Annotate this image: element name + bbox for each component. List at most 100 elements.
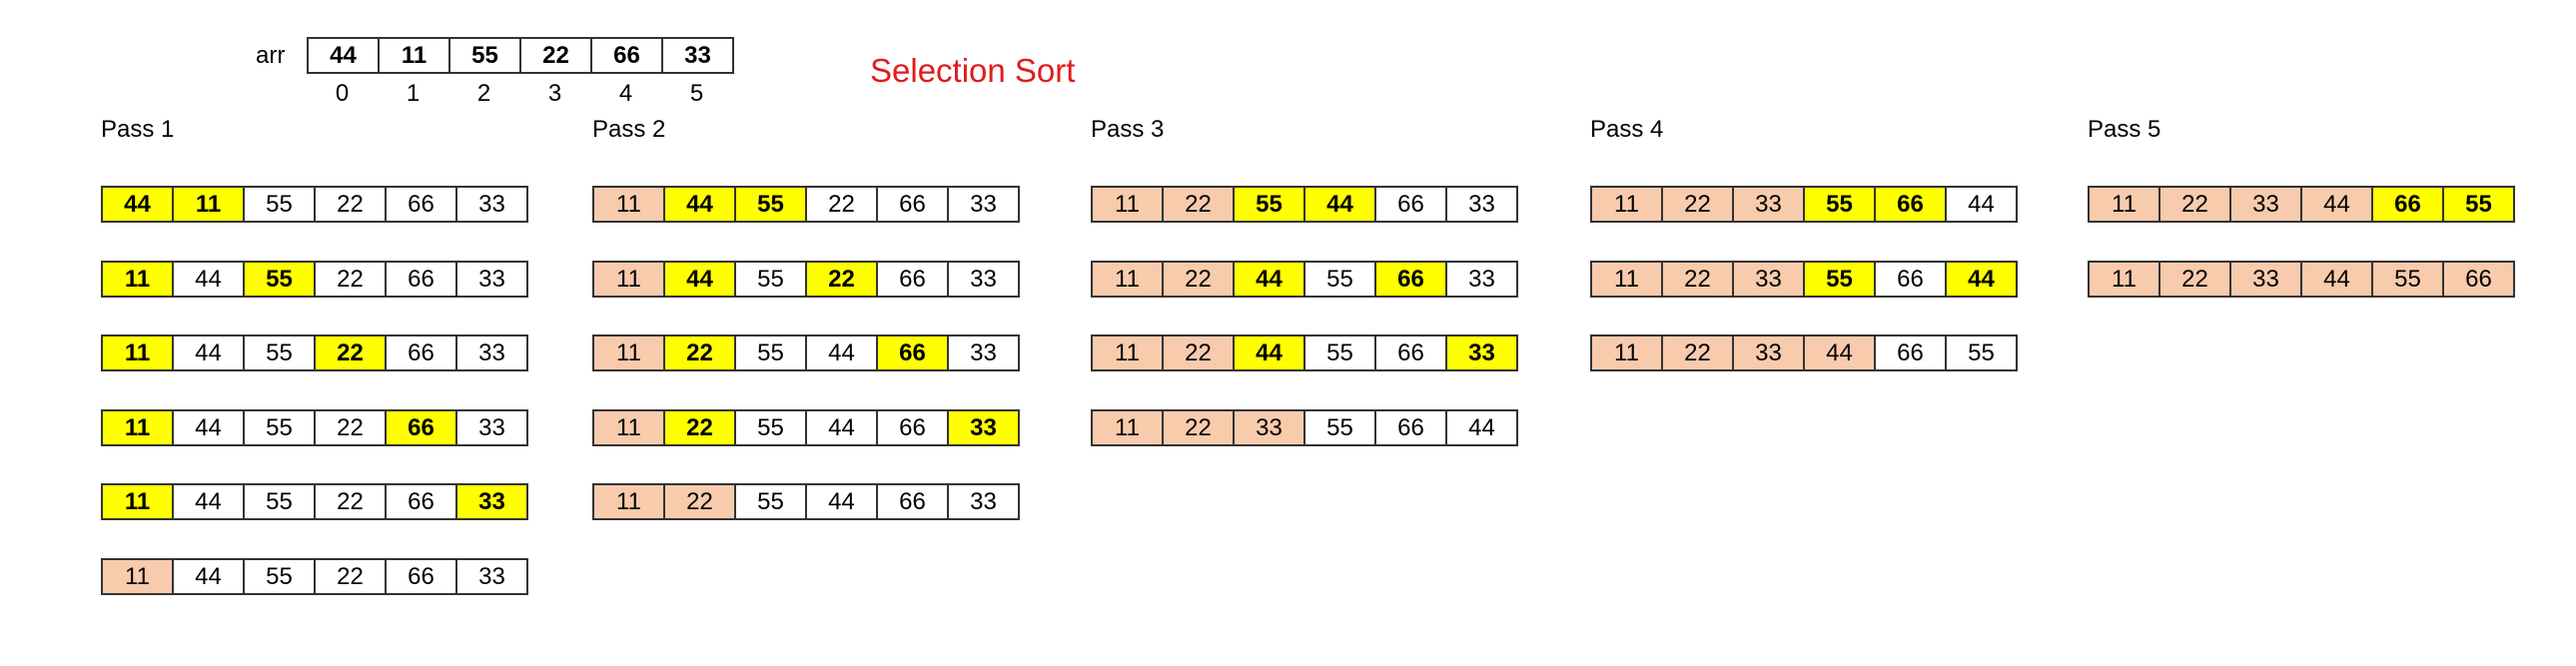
array-cell: 55	[736, 334, 807, 371]
array-cell: 22	[316, 334, 387, 371]
array-index: 4	[618, 80, 633, 107]
array-cell: 44	[174, 261, 245, 298]
array-cell: 44	[1305, 186, 1376, 223]
pass-row: 11 22 55 44 66 33	[592, 409, 1020, 446]
array-cell: 33	[949, 409, 1020, 446]
array-cell: 22	[2160, 261, 2231, 298]
array-cell: 22	[1164, 186, 1235, 223]
pass-row: 11 22 33 55 66 44	[1590, 261, 2018, 298]
array-cell: 44	[1947, 186, 2018, 223]
array-cell: 22	[1164, 409, 1235, 446]
array-cell: 11	[1592, 334, 1663, 371]
pass-row: 11 22 44 55 66 33	[1091, 261, 1518, 298]
array-cell: 33	[1447, 261, 1518, 298]
array-cell: 11	[174, 186, 245, 223]
initial-array: 44 11 55 22 66 33	[307, 37, 734, 74]
array-cell: 55	[736, 483, 807, 520]
array-cell: 44	[807, 334, 878, 371]
array-cell: 55	[1805, 186, 1876, 223]
array-cell: 33	[949, 261, 1020, 298]
array-cell: 22	[316, 186, 387, 223]
array-cell: 11	[103, 334, 174, 371]
array-cell: 66	[1376, 186, 1447, 223]
array-cell: 33	[1235, 409, 1305, 446]
array-cell: 22	[1663, 334, 1734, 371]
array-cell: 22	[2160, 186, 2231, 223]
array-cell: 55	[1805, 261, 1876, 298]
array-index: 1	[406, 80, 421, 107]
pass-row: 11 22 33 55 66 44	[1590, 186, 2018, 223]
array-cell: 33	[1447, 186, 1518, 223]
array-cell: 11	[1592, 261, 1663, 298]
array-cell: 44	[807, 409, 878, 446]
pass-row: 11 22 44 55 66 33	[1091, 334, 1518, 371]
array-cell: 66	[387, 261, 457, 298]
array-cell: 22	[665, 334, 736, 371]
array-cell: 11	[1093, 261, 1164, 298]
array-cell: 66	[878, 334, 949, 371]
pass-row: 11 44 55 22 66 33	[101, 261, 528, 298]
array-indices: 0 1 2 3 4 5	[307, 80, 732, 108]
array-cell: 22	[316, 483, 387, 520]
array-index: 3	[547, 80, 562, 107]
pass-row: 11 22 33 44 55 66	[2088, 261, 2515, 298]
array-cell: 55	[245, 334, 316, 371]
array-cell: 55	[245, 409, 316, 446]
array-cell: 44	[309, 37, 380, 74]
array-cell: 22	[521, 37, 592, 74]
array-cell: 11	[2090, 186, 2160, 223]
array-cell: 33	[457, 186, 528, 223]
array-cell: 44	[1805, 334, 1876, 371]
array-index: 5	[689, 80, 704, 107]
array-cell: 66	[387, 409, 457, 446]
array-cell: 44	[103, 186, 174, 223]
array-cell: 66	[2373, 186, 2444, 223]
array-cell: 33	[457, 409, 528, 446]
pass-row: 44 11 55 22 66 33	[101, 186, 528, 223]
array-cell: 44	[174, 483, 245, 520]
array-cell: 66	[878, 483, 949, 520]
array-cell: 55	[1235, 186, 1305, 223]
array-cell: 55	[450, 37, 521, 74]
array-cell: 22	[1663, 186, 1734, 223]
array-cell: 33	[1447, 334, 1518, 371]
array-cell: 11	[594, 261, 665, 298]
array-cell: 44	[174, 409, 245, 446]
array-cell: 11	[103, 483, 174, 520]
pass-title: Pass 5	[2088, 116, 2161, 143]
array-cell: 55	[245, 261, 316, 298]
pass-row: 11 44 55 22 66 33	[101, 558, 528, 595]
array-cell: 22	[1164, 334, 1235, 371]
array-cell: 44	[1947, 261, 2018, 298]
array-cell: 22	[316, 261, 387, 298]
array-cell: 22	[665, 483, 736, 520]
array-cell: 55	[245, 558, 316, 595]
array-cell: 11	[1093, 186, 1164, 223]
array-cell: 66	[387, 186, 457, 223]
array-cell: 55	[2444, 186, 2515, 223]
array-cell: 66	[387, 334, 457, 371]
array-index: 2	[476, 80, 491, 107]
array-cell: 55	[736, 261, 807, 298]
array-cell: 33	[2231, 261, 2302, 298]
array-label: arr	[256, 42, 286, 69]
array-cell: 55	[2373, 261, 2444, 298]
pass-row: 11 44 55 22 66 33	[101, 483, 528, 520]
pass-title: Pass 1	[101, 116, 175, 143]
array-cell: 11	[594, 334, 665, 371]
array-cell: 55	[1305, 409, 1376, 446]
array-cell: 11	[594, 483, 665, 520]
array-cell: 22	[1164, 261, 1235, 298]
pass-row: 11 44 55 22 66 33	[101, 409, 528, 446]
array-cell: 66	[592, 37, 663, 74]
array-cell: 11	[103, 409, 174, 446]
pass-row: 11 22 33 44 66 55	[2088, 186, 2515, 223]
array-cell: 66	[1376, 261, 1447, 298]
array-cell: 66	[1876, 334, 1947, 371]
pass-row: 11 44 55 22 66 33	[592, 186, 1020, 223]
array-cell: 44	[665, 186, 736, 223]
array-cell: 11	[380, 37, 450, 74]
pass-title: Pass 4	[1590, 116, 1664, 143]
pass-row: 11 44 55 22 66 33	[101, 334, 528, 371]
array-cell: 33	[1734, 334, 1805, 371]
